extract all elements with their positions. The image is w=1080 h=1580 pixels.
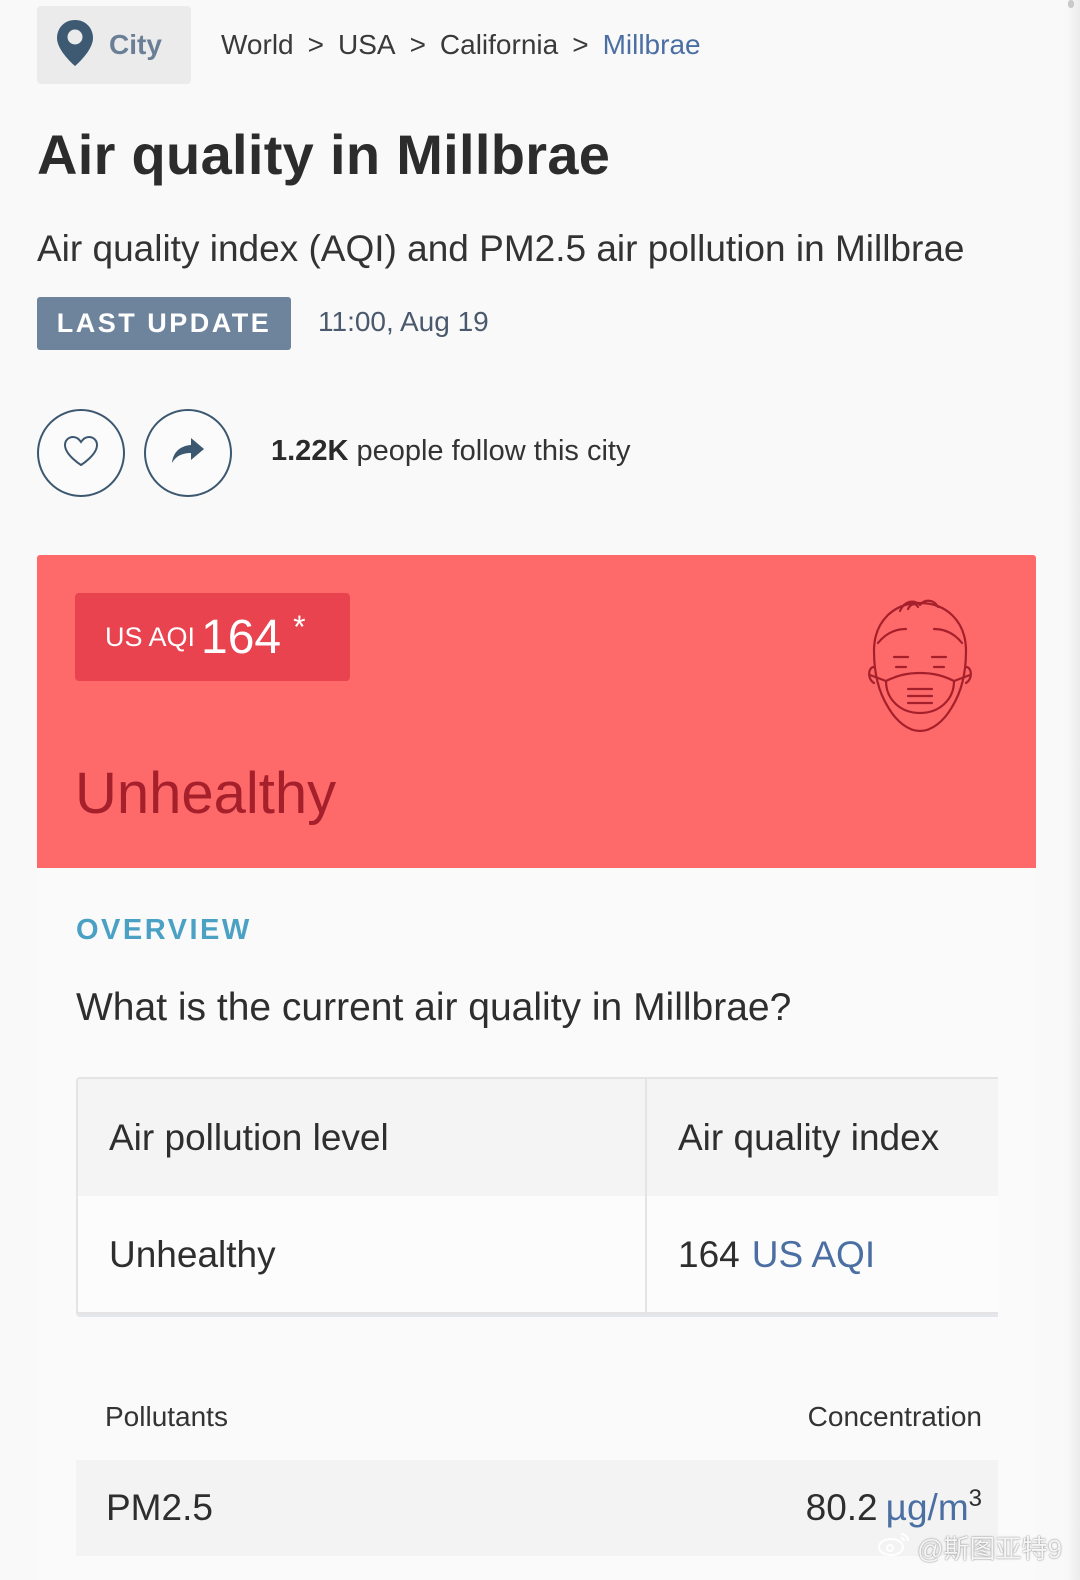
pollutant-unit-superscript: 3 bbox=[968, 1485, 982, 1512]
concentration-column-label: Concentration bbox=[807, 1401, 982, 1432]
pollution-level-table: Air pollution level Air quality index Un… bbox=[76, 1077, 998, 1314]
breadcrumb-separator: > bbox=[409, 29, 426, 60]
follow-button[interactable] bbox=[37, 409, 125, 497]
breadcrumb-separator: > bbox=[572, 29, 589, 60]
table-cell-aqi: 164 US AQI bbox=[647, 1196, 998, 1312]
aqi-footnote-star: * bbox=[293, 608, 306, 645]
pollutant-value: 80.2 bbox=[805, 1487, 878, 1528]
city-tag-label: City bbox=[109, 29, 162, 60]
pollutants-column-label: Pollutants bbox=[105, 1401, 228, 1432]
aqi-status: Unhealthy bbox=[75, 761, 337, 826]
pollutant-unit: µg/m bbox=[885, 1487, 969, 1528]
breadcrumb-current[interactable]: Millbrae bbox=[603, 29, 701, 61]
table-header-aqi: Air quality index bbox=[678, 1116, 940, 1158]
watermark-text: @斯图亚特9 bbox=[917, 1534, 1062, 1564]
table-header-row: Air pollution level Air quality index bbox=[78, 1079, 998, 1196]
last-update-badge: LAST UPDATE bbox=[37, 297, 291, 350]
pollutant-name: PM2.5 bbox=[106, 1487, 213, 1528]
breadcrumb-item-usa[interactable]: USA bbox=[338, 29, 396, 61]
breadcrumb-item-california[interactable]: California bbox=[440, 29, 558, 61]
table-header-level: Air pollution level bbox=[78, 1079, 647, 1196]
weibo-icon bbox=[877, 1530, 911, 1565]
face-mask-icon bbox=[864, 595, 976, 742]
table-aqi-unit: US AQI bbox=[751, 1234, 876, 1275]
overview-panel: OVERVIEW What is the current air quality… bbox=[37, 868, 1036, 1580]
table-aqi-value: 164 bbox=[678, 1234, 740, 1275]
aqi-label: US AQI bbox=[105, 621, 196, 652]
table-row: Unhealthy 164 US AQI bbox=[78, 1196, 998, 1312]
overview-question: What is the current air quality in Millb… bbox=[76, 986, 792, 1029]
aqi-value: 164 bbox=[201, 610, 282, 664]
aqi-chip: US AQI 164 * bbox=[75, 593, 350, 681]
page-edge bbox=[1066, 0, 1080, 1580]
follow-text: 1.22K people follow this city bbox=[271, 435, 630, 468]
city-tag[interactable]: City bbox=[37, 6, 191, 84]
map-pin-icon bbox=[55, 18, 95, 73]
aqi-card: US AQI 164 * Unhealthy bbox=[37, 555, 1036, 868]
page-title: Air quality in Millbrae bbox=[37, 123, 611, 186]
scrollbar[interactable] bbox=[1068, 0, 1074, 8]
pollutants-header: Pollutants Concentration bbox=[105, 1401, 982, 1433]
breadcrumb: City World > USA > California > Millbrae bbox=[37, 6, 701, 84]
table-cell-level: Unhealthy bbox=[78, 1196, 647, 1312]
page-subtitle: Air quality index (AQI) and PM2.5 air po… bbox=[37, 228, 965, 269]
last-update-time: 11:00, Aug 19 bbox=[318, 306, 489, 337]
watermark: @斯图亚特9 bbox=[877, 1529, 1062, 1566]
breadcrumb-item-world[interactable]: World bbox=[221, 29, 294, 61]
pollutant-row: PM2.5 80.2 µg/m3 bbox=[76, 1460, 998, 1556]
pollutant-concentration: 80.2 µg/m3 bbox=[805, 1485, 982, 1529]
breadcrumb-separator: > bbox=[307, 29, 324, 60]
overview-heading: OVERVIEW bbox=[76, 914, 252, 946]
share-button[interactable] bbox=[144, 409, 232, 497]
heart-icon bbox=[62, 434, 100, 473]
share-arrow-icon bbox=[170, 436, 206, 471]
follow-count: 1.22K bbox=[271, 435, 349, 467]
follow-label: people follow this city bbox=[356, 435, 631, 467]
